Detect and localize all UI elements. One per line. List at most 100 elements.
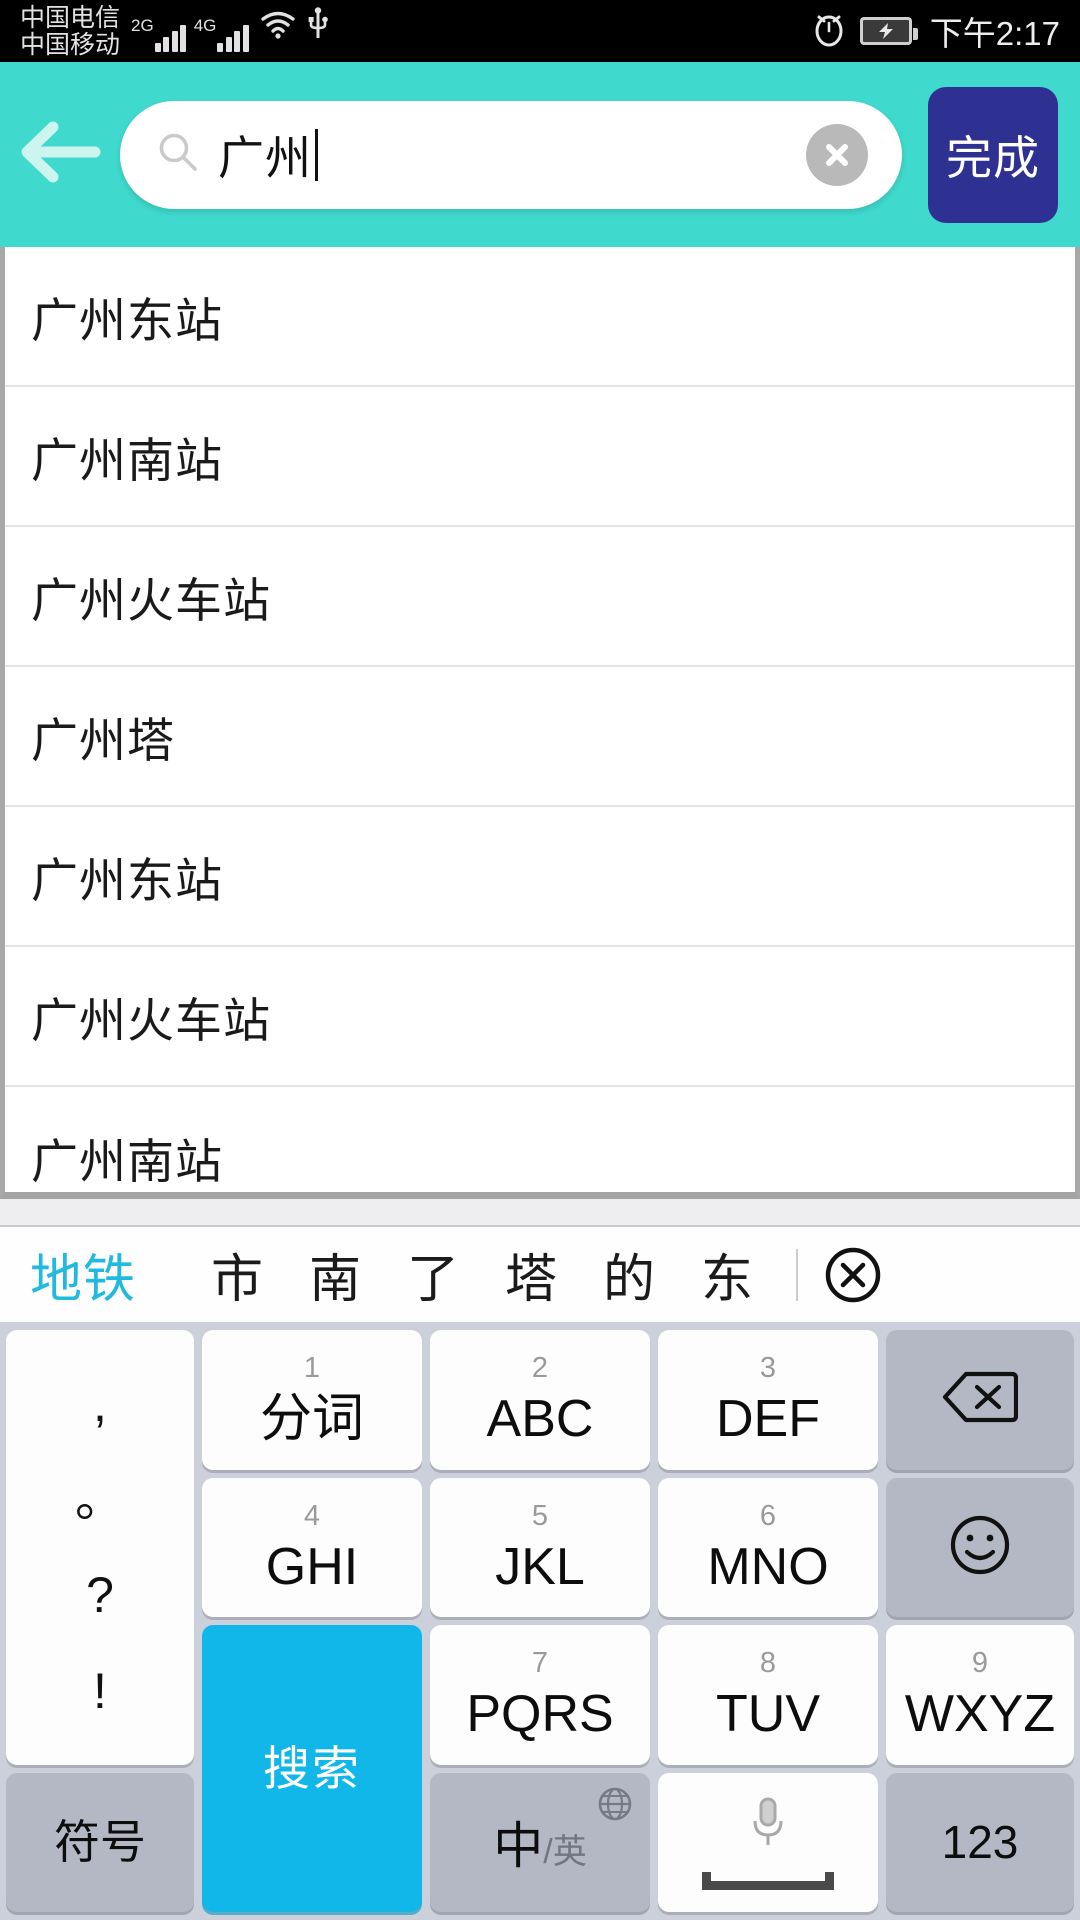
search-input[interactable]: 广州 bbox=[120, 100, 902, 209]
numeric-key[interactable]: 123 bbox=[886, 1772, 1074, 1912]
search-key-label: 搜索 bbox=[263, 1742, 361, 1795]
emoji-smiley-icon bbox=[946, 1511, 1014, 1584]
key-2-abc[interactable]: 2 ABC bbox=[430, 1330, 650, 1470]
punct-comma[interactable]: , bbox=[93, 1379, 107, 1429]
candidate-item[interactable]: 东 bbox=[678, 1237, 776, 1312]
signal-bars-2-icon bbox=[217, 22, 251, 52]
key-9-wxyz[interactable]: 9 WXYZ bbox=[886, 1625, 1074, 1765]
key-8-tuv[interactable]: 8 TUV bbox=[658, 1625, 878, 1765]
space-bar-glyph bbox=[702, 1871, 834, 1890]
carrier-1-label: 中国电信 bbox=[20, 4, 121, 32]
key-label: MNO bbox=[707, 1537, 829, 1596]
list-item[interactable]: 广州塔 bbox=[5, 667, 1075, 807]
punct-exclamation[interactable]: ! bbox=[93, 1666, 107, 1716]
language-toggle-label: 中 /英 bbox=[493, 1806, 586, 1878]
key-7-pqrs[interactable]: 7 PQRS bbox=[430, 1625, 650, 1765]
key-3-def[interactable]: 3 DEF bbox=[658, 1330, 878, 1470]
candidate-divider bbox=[796, 1248, 799, 1301]
candidate-item[interactable]: 塔 bbox=[482, 1237, 580, 1312]
lang-primary-label: 中 bbox=[493, 1818, 544, 1875]
usb-icon bbox=[307, 7, 329, 44]
text-caret bbox=[315, 128, 318, 181]
carrier-names: 中国电信 中国移动 bbox=[20, 0, 120, 62]
key-6-mno[interactable]: 6 MNO bbox=[658, 1477, 878, 1617]
lang-secondary-label: /英 bbox=[543, 1833, 587, 1872]
battery-charging-icon bbox=[859, 17, 918, 45]
symbol-key[interactable]: 符号 bbox=[6, 1772, 194, 1912]
key-label: JKL bbox=[495, 1537, 585, 1596]
key-number: 5 bbox=[531, 1499, 549, 1532]
status-time: 下午2:17 bbox=[929, 15, 1060, 52]
network-type-2-label: 4G bbox=[193, 16, 217, 35]
done-button[interactable]: 完成 bbox=[928, 86, 1058, 223]
language-toggle-key[interactable]: 中 /英 bbox=[430, 1772, 650, 1912]
suggestion-list[interactable]: 广州东站 广州南站 广州火车站 广州塔 广州东站 广州火车站 广州南站 bbox=[0, 247, 1080, 1199]
list-item[interactable]: 广州东站 bbox=[5, 247, 1075, 387]
list-item[interactable]: 广州火车站 bbox=[5, 527, 1075, 667]
network-type-1-label: 2G bbox=[131, 16, 154, 35]
candidate-item[interactable]: 的 bbox=[580, 1237, 678, 1312]
globe-icon bbox=[596, 1785, 634, 1828]
status-bar: 中国电信 中国移动 2G 4G 下午2:17 bbox=[0, 0, 1080, 62]
symbol-key-label: 符号 bbox=[54, 1816, 146, 1869]
wifi-icon bbox=[260, 11, 296, 44]
key-label: GHI bbox=[265, 1537, 359, 1596]
clear-circle-icon bbox=[826, 143, 848, 166]
ime-candidate-bar: 地铁 市 南 了 塔 的 东 bbox=[0, 1227, 1080, 1322]
key-number: 8 bbox=[759, 1647, 777, 1680]
close-circle-icon bbox=[825, 1247, 881, 1302]
key-label: DEF bbox=[716, 1390, 820, 1449]
key-label: ABC bbox=[486, 1390, 594, 1449]
backspace-key[interactable] bbox=[886, 1330, 1074, 1470]
search-input-value: 广州 bbox=[218, 122, 806, 188]
microphone-icon bbox=[746, 1795, 790, 1858]
punct-period[interactable]: 。 bbox=[75, 1474, 125, 1524]
search-header: 广州 完成 bbox=[0, 62, 1080, 247]
status-bar-right: 下午2:17 bbox=[812, 0, 1060, 62]
key-number: 3 bbox=[759, 1352, 777, 1385]
status-bar-left: 中国电信 中国移动 2G 4G bbox=[20, 0, 329, 62]
candidate-item[interactable]: 了 bbox=[384, 1237, 482, 1312]
signal-unit-1: 2G bbox=[131, 16, 189, 52]
space-key[interactable] bbox=[658, 1772, 878, 1912]
candidate-item[interactable]: 地铁 bbox=[30, 1237, 136, 1312]
key-number: 4 bbox=[303, 1499, 321, 1532]
punct-question[interactable]: ? bbox=[86, 1570, 114, 1620]
alarm-clock-icon bbox=[812, 10, 846, 53]
key-label: TUV bbox=[716, 1685, 820, 1744]
key-number: 6 bbox=[759, 1499, 777, 1532]
search-icon bbox=[156, 130, 200, 179]
carrier-2-label: 中国移动 bbox=[20, 31, 121, 59]
numeric-key-label: 123 bbox=[941, 1816, 1019, 1869]
clear-search-button[interactable] bbox=[806, 123, 868, 186]
search-key[interactable]: 搜索 bbox=[202, 1625, 422, 1912]
key-1-fenci[interactable]: 1 分词 bbox=[202, 1330, 422, 1470]
key-5-jkl[interactable]: 5 JKL bbox=[430, 1477, 650, 1617]
close-candidates-button[interactable] bbox=[822, 1244, 884, 1306]
search-text: 广州 bbox=[218, 131, 312, 184]
back-arrow-icon bbox=[17, 119, 103, 190]
back-button[interactable] bbox=[0, 62, 120, 247]
list-item[interactable]: 广州东站 bbox=[5, 807, 1075, 947]
list-keyboard-divider bbox=[0, 1199, 1080, 1227]
signal-bars-1-icon bbox=[154, 22, 189, 52]
t9-keyboard: , 。 ? ! 1 分词 2 ABC 3 DEF 4 GHI 5 JKL 6 M… bbox=[0, 1322, 1080, 1920]
key-number: 1 bbox=[303, 1352, 321, 1385]
punctuation-key[interactable]: , 。 ? ! bbox=[6, 1330, 194, 1765]
key-label: WXYZ bbox=[904, 1685, 1056, 1744]
list-item[interactable]: 广州火车站 bbox=[5, 947, 1075, 1087]
key-label: PQRS bbox=[466, 1685, 614, 1744]
key-4-ghi[interactable]: 4 GHI bbox=[202, 1477, 422, 1617]
backspace-icon bbox=[942, 1369, 1019, 1430]
key-number: 2 bbox=[531, 1352, 549, 1385]
candidate-item[interactable]: 市 bbox=[188, 1237, 286, 1312]
list-item[interactable]: 广州南站 bbox=[5, 387, 1075, 527]
key-label: 分词 bbox=[259, 1390, 364, 1449]
emoji-key[interactable] bbox=[886, 1477, 1074, 1617]
candidate-item[interactable]: 南 bbox=[286, 1237, 384, 1312]
key-number: 7 bbox=[531, 1647, 549, 1680]
key-number: 9 bbox=[971, 1647, 989, 1680]
signal-unit-2: 4G bbox=[194, 16, 252, 52]
list-item[interactable]: 广州南站 bbox=[5, 1087, 1075, 1192]
signal-group: 2G 4G bbox=[126, 0, 329, 62]
